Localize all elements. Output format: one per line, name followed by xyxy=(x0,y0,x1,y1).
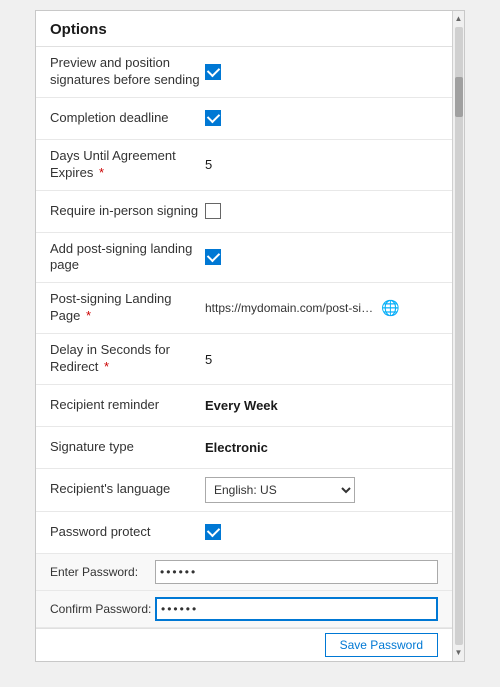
url-text: https://mydomain.com/post-signi... xyxy=(205,301,375,315)
value-recipient-reminder: Every Week xyxy=(205,398,438,413)
scroll-down-arrow[interactable]: ▼ xyxy=(455,647,463,659)
option-row-days-until: Days Until Agreement Expires * 5 xyxy=(36,140,452,191)
row-confirm-password: Confirm Password: xyxy=(36,591,452,628)
panel-title: Options xyxy=(36,11,452,47)
label-signature-type: Signature type xyxy=(50,439,205,456)
value-delay-redirect: 5 xyxy=(205,352,438,367)
options-panel: Options Preview and position signatures … xyxy=(35,10,465,662)
checkbox-add-post-signing[interactable] xyxy=(205,249,221,265)
checkbox-require-in-person[interactable] xyxy=(205,203,221,219)
label-recipient-reminder: Recipient reminder xyxy=(50,397,205,414)
option-row-require-in-person: Require in-person signing xyxy=(36,191,452,233)
value-completion-deadline xyxy=(205,110,438,126)
value-preview-signatures xyxy=(205,64,438,80)
option-row-recipient-reminder: Recipient reminder Every Week xyxy=(36,385,452,427)
scroll-up-arrow[interactable]: ▲ xyxy=(455,13,463,25)
value-post-signing-url: https://mydomain.com/post-signi... 🌐 xyxy=(205,299,438,317)
option-row-post-signing-url: Post-signing Landing Page * https://mydo… xyxy=(36,283,452,334)
option-row-completion-deadline: Completion deadline xyxy=(36,98,452,140)
option-row-signature-type: Signature type Electronic xyxy=(36,427,452,469)
label-post-signing-url: Post-signing Landing Page * xyxy=(50,291,205,325)
select-recipient-language[interactable]: English: US French Spanish German xyxy=(205,477,355,503)
required-indicator-delay: * xyxy=(100,359,109,374)
option-row-post-signing: Add post-signing landing page xyxy=(36,233,452,284)
label-password-protect: Password protect xyxy=(50,524,205,541)
option-row-password-protect: Password protect xyxy=(36,512,452,554)
text-delay-redirect: 5 xyxy=(205,352,212,367)
label-delay-redirect: Delay in Seconds for Redirect * xyxy=(50,342,205,376)
enter-password-wrap xyxy=(155,560,438,584)
text-recipient-reminder: Every Week xyxy=(205,398,278,413)
scrollbar-track xyxy=(455,27,463,645)
text-signature-type: Electronic xyxy=(205,440,268,455)
scrollbar: ▲ ▼ xyxy=(452,11,464,661)
text-days-until: 5 xyxy=(205,157,212,172)
option-row-delay-redirect: Delay in Seconds for Redirect * 5 xyxy=(36,334,452,385)
required-indicator: * xyxy=(95,165,104,180)
value-password-protect xyxy=(205,524,438,540)
confirm-password-wrap xyxy=(155,597,438,621)
checkbox-completion-deadline[interactable] xyxy=(205,110,221,126)
input-enter-password[interactable] xyxy=(155,560,438,584)
globe-icon[interactable]: 🌐 xyxy=(381,299,400,317)
label-preview-signatures: Preview and position signatures before s… xyxy=(50,55,205,89)
value-signature-type: Electronic xyxy=(205,440,438,455)
scrollbar-handle[interactable] xyxy=(455,77,463,117)
value-days-until: 5 xyxy=(205,157,438,172)
label-confirm-password: Confirm Password: xyxy=(50,602,155,616)
label-add-post-signing: Add post-signing landing page xyxy=(50,241,205,275)
option-row-preview-signatures: Preview and position signatures before s… xyxy=(36,47,452,98)
save-button-row: Save Password xyxy=(36,628,452,661)
label-days-until: Days Until Agreement Expires * xyxy=(50,148,205,182)
required-indicator-url: * xyxy=(82,308,91,323)
label-enter-password: Enter Password: xyxy=(50,565,155,579)
label-recipient-language: Recipient's language xyxy=(50,481,205,498)
save-password-button[interactable]: Save Password xyxy=(325,633,438,657)
checkbox-preview-signatures[interactable] xyxy=(205,64,221,80)
value-recipient-language: English: US French Spanish German xyxy=(205,477,438,503)
checkbox-password-protect[interactable] xyxy=(205,524,221,540)
value-require-in-person xyxy=(205,203,438,219)
value-add-post-signing xyxy=(205,249,438,265)
label-completion-deadline: Completion deadline xyxy=(50,110,205,127)
label-require-in-person: Require in-person signing xyxy=(50,203,205,220)
option-row-recipient-language: Recipient's language English: US French … xyxy=(36,469,452,512)
input-confirm-password[interactable] xyxy=(155,597,438,621)
row-enter-password: Enter Password: xyxy=(36,554,452,591)
